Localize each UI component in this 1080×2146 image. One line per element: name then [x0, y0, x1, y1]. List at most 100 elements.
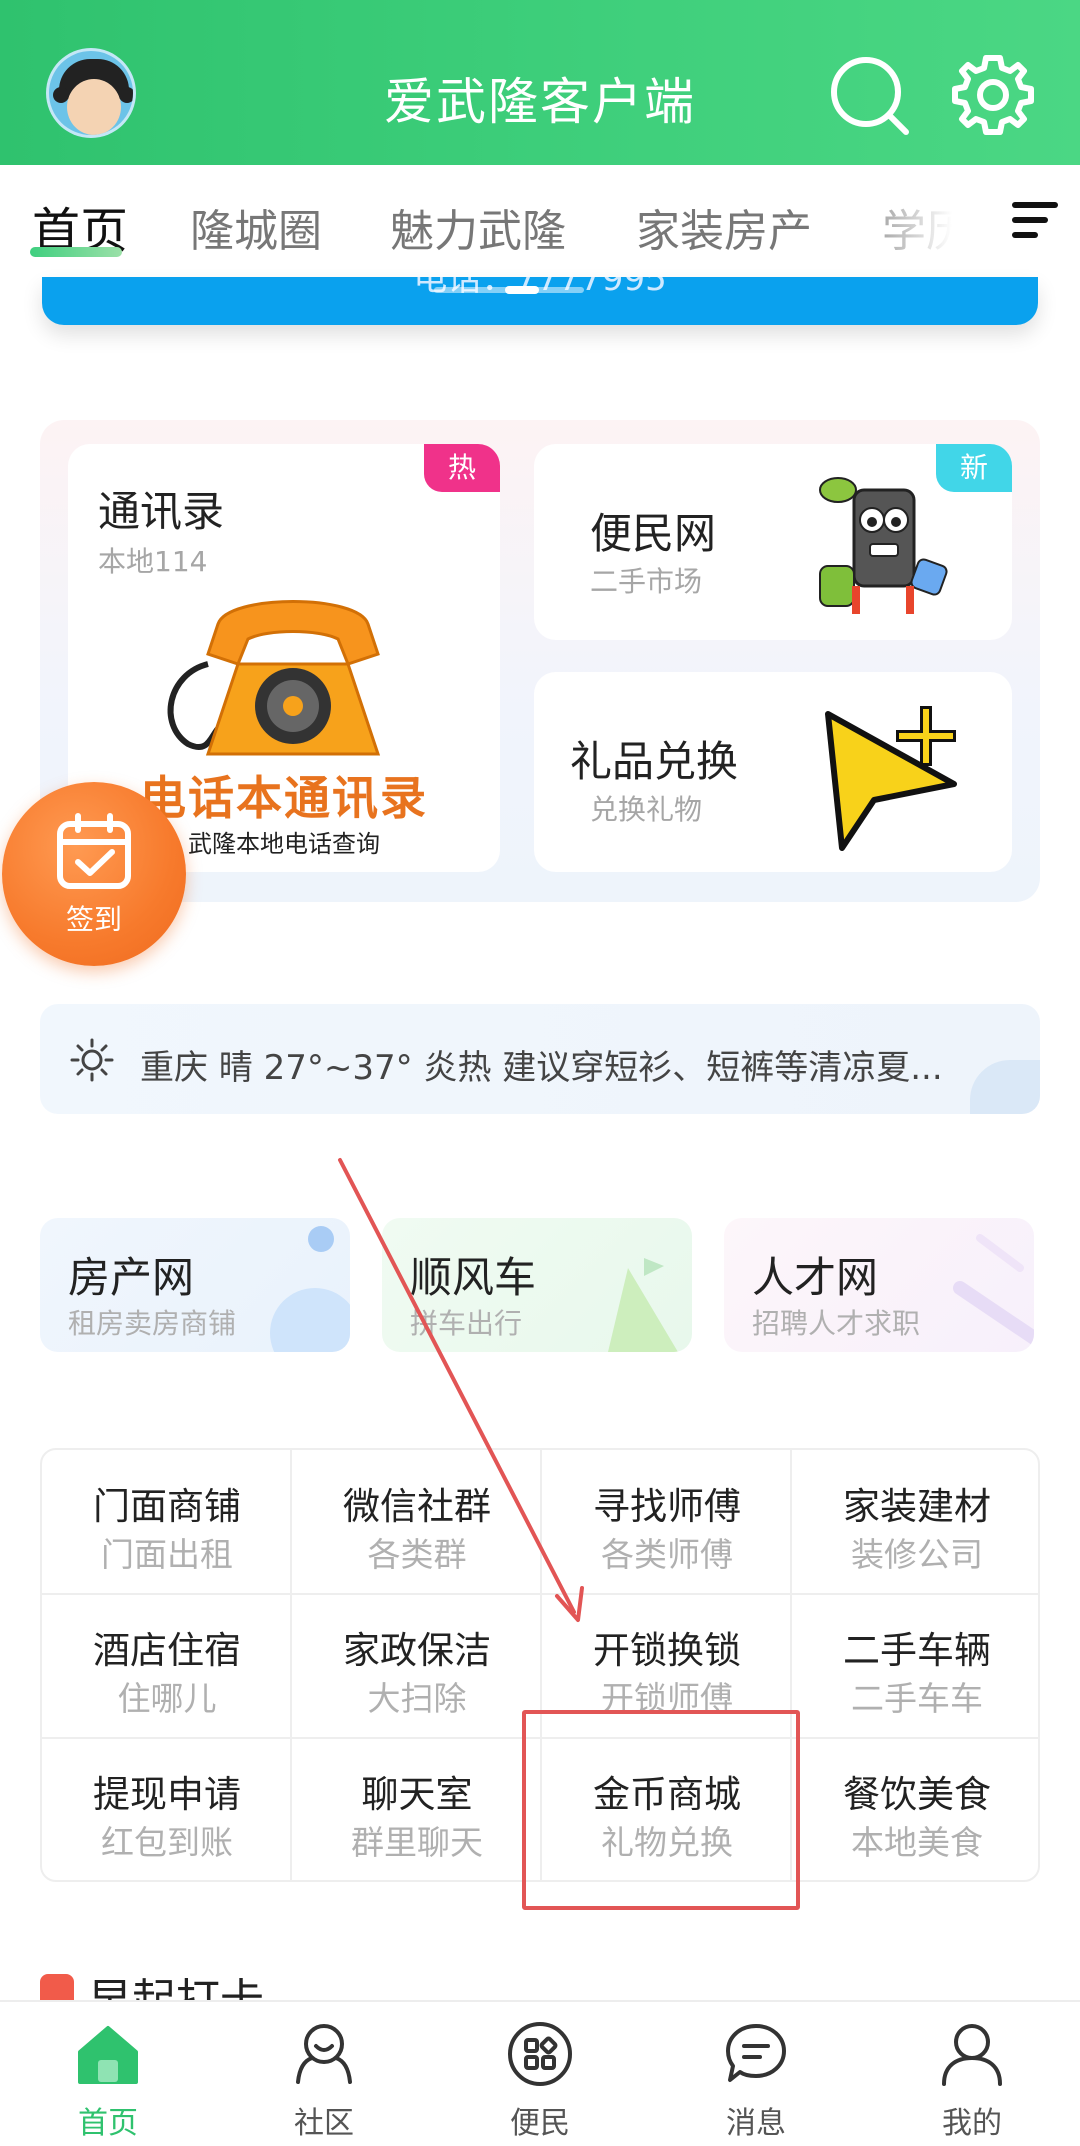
realty-subtitle: 租房卖房商铺 [68, 1307, 237, 1340]
search-icon[interactable] [826, 52, 912, 138]
directory-title: 通讯录 [98, 487, 225, 536]
nav-label: 便民 [510, 2106, 570, 2141]
weather-decoration [970, 1060, 1040, 1114]
bottom-navigation: 首页 社区 便民 消息 我的 [0, 2000, 1080, 2146]
carpool-title: 顺风车 [410, 1253, 537, 1302]
app-screen: 爱武隆客户端 首页 隆城圈 魅力武隆 家装房产 学历 电话：7777995 [0, 0, 1080, 2146]
carpool-decoration [608, 1258, 678, 1352]
carpool-subtitle: 拼车出行 [410, 1307, 523, 1340]
talent-decoration [953, 1234, 1034, 1345]
grid-item-title: 寻找师傅 [593, 1485, 741, 1528]
grid-item-subtitle: 礼物兑换 [601, 1823, 733, 1862]
grid-item-chatroom[interactable]: 聊天室 群里聊天 [292, 1738, 542, 1882]
top-tab-bar: 首页 隆城圈 魅力武隆 家装房产 学历 [0, 165, 1080, 277]
grid-item-storefront[interactable]: 门面商铺 门面出租 [42, 1450, 292, 1594]
gift-exchange-title: 礼品兑换 [570, 737, 739, 786]
checkin-label: 签到 [65, 903, 122, 936]
grid-item-subtitle: 住哪儿 [117, 1679, 217, 1718]
menu-icon[interactable] [1010, 200, 1060, 240]
grid-item-subtitle: 开锁师傅 [601, 1679, 733, 1718]
tab-longcheng-circle[interactable]: 隆城圈 [190, 195, 322, 259]
grid-item-title: 餐饮美食 [843, 1773, 991, 1816]
grid-item-title: 微信社群 [343, 1485, 491, 1528]
grid-item-title: 家装建材 [843, 1485, 991, 1528]
app-title: 爱武隆客户端 [384, 73, 696, 131]
weather-bar[interactable]: 重庆 晴 27°~37° 炎热 建议穿短衫、短裤等清凉夏... [40, 1004, 1040, 1114]
user-icon [942, 2024, 1002, 2086]
carpool-service-card[interactable]: 顺风车 拼车出行 [382, 1218, 692, 1352]
home-icon [78, 2026, 138, 2084]
talent-service-card[interactable]: 人才网 招聘人才求职 [724, 1218, 1034, 1352]
grid-item-locksmith[interactable]: 开锁换锁 开锁师傅 [542, 1594, 792, 1738]
grid-item-title: 聊天室 [361, 1773, 473, 1816]
grid-item-subtitle: 门面出租 [101, 1535, 233, 1574]
feature-section: 通讯录 本地114 热 电话本通讯录 武隆本地电话查询 便民网 二手市场 新 礼… [40, 420, 1040, 902]
apps-icon [508, 2022, 572, 2086]
message-icon [726, 2024, 786, 2082]
phone-mascot-icon [819, 477, 948, 614]
convenience-subtitle: 二手市场 [590, 565, 703, 598]
telephone-icon [167, 600, 381, 756]
tab-active-underline [30, 247, 122, 257]
grid-item-withdraw[interactable]: 提现申请 红包到账 [42, 1738, 292, 1882]
nav-label: 我的 [942, 2106, 1002, 2141]
grid-item-wechat-groups[interactable]: 微信社群 各类群 [292, 1450, 542, 1594]
hot-badge: 热 [424, 444, 500, 492]
grid-item-subtitle: 各类群 [367, 1535, 467, 1574]
convenience-title: 便民网 [590, 509, 717, 558]
grid-item-housekeeping[interactable]: 家政保洁 大扫除 [292, 1594, 542, 1738]
weather-text: 重庆 晴 27°~37° 炎热 建议穿短衫、短裤等清凉夏... [140, 1048, 943, 1088]
grid-item-title: 家政保洁 [343, 1629, 491, 1672]
grid-item-title: 开锁换锁 [593, 1629, 741, 1672]
tab-home-decor-realty[interactable]: 家装房产 [636, 195, 812, 259]
realty-title: 房产网 [68, 1253, 195, 1302]
grid-item-subtitle: 各类师傅 [601, 1535, 733, 1574]
cursor-add-icon [825, 706, 957, 851]
gift-exchange-subtitle: 兑换礼物 [590, 793, 703, 826]
nav-profile[interactable]: 我的 [864, 2002, 1080, 2146]
app-header: 爱武隆客户端 [0, 0, 1080, 165]
grid-item-subtitle: 大扫除 [367, 1679, 467, 1718]
sun-icon [70, 1038, 114, 1082]
grid-item-subtitle: 红包到账 [101, 1823, 233, 1862]
gift-exchange-card[interactable]: 礼品兑换 兑换礼物 [534, 672, 1012, 872]
grid-item-subtitle: 二手车车 [851, 1679, 983, 1718]
grid-item-title: 门面商铺 [93, 1485, 241, 1528]
grid-item-coin-mall[interactable]: 金币商城 礼物兑换 [542, 1738, 792, 1882]
grid-item-title: 金币商城 [593, 1773, 741, 1816]
convenience-card[interactable]: 便民网 二手市场 新 [534, 444, 1012, 640]
grid-item-find-worker[interactable]: 寻找师傅 各类师傅 [542, 1450, 792, 1594]
community-icon [296, 2024, 352, 2084]
checkin-button[interactable]: 签到 [2, 782, 186, 966]
talent-title: 人才网 [752, 1253, 879, 1302]
tab-charm-wulong[interactable]: 魅力武隆 [390, 195, 566, 259]
directory-subtitle: 本地114 [98, 545, 208, 578]
nav-label: 社区 [294, 2106, 354, 2141]
nav-messages[interactable]: 消息 [648, 2002, 864, 2146]
grid-item-subtitle: 装修公司 [851, 1535, 983, 1574]
nav-home[interactable]: 首页 [0, 2002, 216, 2146]
banner-carousel[interactable]: 电话：7777995 [42, 277, 1038, 325]
banner-indicator-active [505, 286, 539, 294]
realty-service-card[interactable]: 房产网 租房卖房商铺 [40, 1218, 350, 1352]
grid-item-used-cars[interactable]: 二手车辆 二手车车 [792, 1594, 1042, 1738]
realty-decoration-dot [308, 1226, 334, 1252]
nav-community[interactable]: 社区 [216, 2002, 432, 2146]
category-grid: 门面商铺 门面出租 微信社群 各类群 寻找师傅 各类师傅 家装建材 装修公司 酒… [40, 1448, 1040, 1882]
nav-label: 消息 [726, 2106, 786, 2141]
grid-item-title: 酒店住宿 [93, 1629, 241, 1672]
gear-icon[interactable] [950, 52, 1036, 138]
grid-item-subtitle: 本地美食 [851, 1823, 983, 1862]
grid-item-food[interactable]: 餐饮美食 本地美食 [792, 1738, 1042, 1882]
grid-item-subtitle: 群里聊天 [351, 1823, 483, 1862]
grid-item-title: 提现申请 [93, 1773, 241, 1816]
nav-label: 首页 [78, 2106, 138, 2141]
calendar-check-icon [57, 813, 131, 889]
realty-decoration [270, 1288, 350, 1352]
grid-item-title: 二手车辆 [843, 1629, 991, 1672]
tabs-fade-overlay [840, 165, 980, 277]
nav-services[interactable]: 便民 [432, 2002, 648, 2146]
grid-item-building-materials[interactable]: 家装建材 装修公司 [792, 1450, 1042, 1594]
grid-item-hotel[interactable]: 酒店住宿 住哪儿 [42, 1594, 292, 1738]
talent-subtitle: 招聘人才求职 [752, 1307, 921, 1340]
